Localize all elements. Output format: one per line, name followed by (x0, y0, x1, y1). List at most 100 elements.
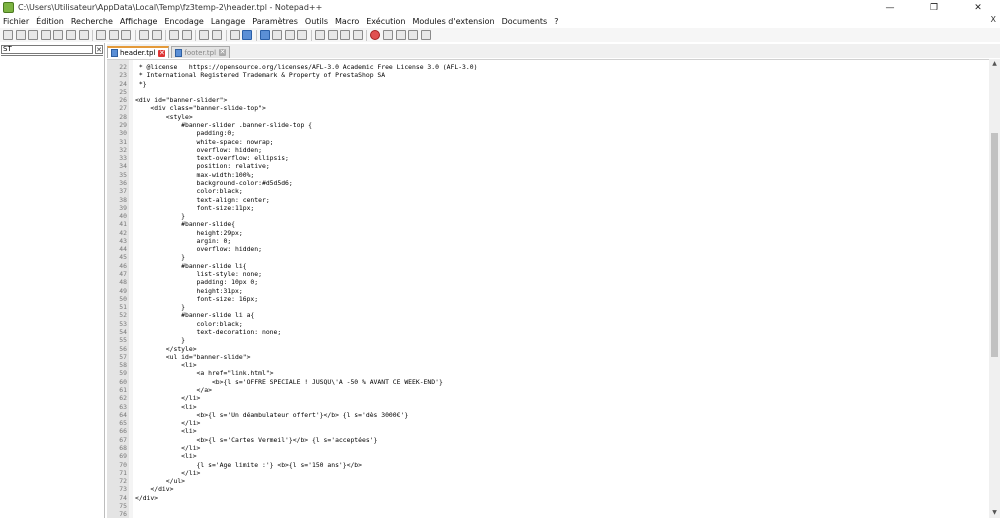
line-number: 65 (119, 419, 127, 428)
close-document-button[interactable]: X (991, 15, 996, 24)
zoom-in-icon[interactable] (199, 30, 210, 40)
save-all-icon[interactable] (40, 30, 51, 40)
menu-item[interactable]: Langage (208, 17, 249, 26)
maximize-button[interactable]: ❐ (912, 0, 956, 15)
function-list-icon[interactable] (327, 30, 338, 40)
toolbar-separator (134, 29, 136, 41)
code-text: </a> (135, 385, 212, 394)
line-number: 53 (119, 319, 127, 328)
tab-inactive[interactable]: footer.tpl ✕ (171, 46, 231, 58)
redo-icon[interactable] (151, 30, 162, 40)
menu-item[interactable]: Paramètres (249, 17, 302, 26)
line-number: 29 (119, 120, 127, 129)
toolbar (0, 28, 1000, 42)
menu-item[interactable]: Documents (499, 17, 552, 26)
menu-item[interactable]: ? (551, 17, 562, 26)
menu-item[interactable]: Encodage (161, 17, 207, 26)
code-line: 42 height:29px; (107, 229, 989, 237)
code-text: overflow: hidden; (135, 145, 262, 154)
save-macro-icon[interactable] (420, 30, 431, 40)
find-icon[interactable] (169, 30, 180, 40)
tab-close-icon[interactable]: ✕ (158, 49, 166, 57)
copy-icon[interactable] (108, 30, 119, 40)
menu-item[interactable]: Outils (302, 17, 332, 26)
menu-item[interactable]: Affichage (117, 17, 162, 26)
monitoring-icon[interactable] (352, 30, 363, 40)
vertical-scrollbar[interactable]: ▲ ▼ (989, 59, 1000, 518)
menu-item[interactable]: Modules d'extension (410, 17, 499, 26)
cut-icon[interactable] (96, 30, 107, 40)
new-file-icon[interactable] (3, 30, 13, 40)
code-text: *} (135, 79, 147, 88)
code-line: 22 * @license https://opensource.org/lic… (107, 63, 989, 71)
play-macro-icon[interactable] (395, 30, 406, 40)
code-line: 53 color:black; (107, 320, 989, 328)
line-number: 69 (119, 452, 127, 461)
code-line: 24 *} (107, 80, 989, 88)
code-line: 49 height:31px; (107, 287, 989, 295)
code-line: 66 <li> (107, 427, 989, 435)
line-number: 70 (119, 460, 127, 469)
code-line: 31 white-space: nowrap; (107, 138, 989, 146)
line-number: 34 (119, 162, 127, 171)
code-editor[interactable]: 22 * @license https://opensource.org/lic… (107, 59, 989, 518)
stop-recording-icon[interactable] (383, 30, 394, 40)
code-text: padding:0; (135, 129, 236, 138)
code-line: 60 <b>{l s='OFFRE SPECIALE ! JUSQU\'A -5… (107, 378, 989, 386)
record-macro-icon[interactable] (370, 30, 381, 40)
word-wrap-icon[interactable] (259, 30, 270, 40)
document-map-icon[interactable] (315, 30, 326, 40)
toolbar-separator (366, 29, 368, 41)
minimize-button[interactable]: — (868, 0, 912, 15)
tab-active[interactable]: header.tpl ✕ (107, 46, 170, 58)
close-icon[interactable] (53, 30, 64, 40)
zoom-out-icon[interactable] (211, 30, 222, 40)
code-line: 34 position: relative; (107, 162, 989, 170)
paste-icon[interactable] (121, 30, 132, 40)
sync-horizontal-icon[interactable] (242, 30, 253, 40)
line-number: 71 (119, 468, 127, 477)
menu-item[interactable]: Fichier (0, 17, 33, 26)
code-text: list-style: none; (135, 270, 262, 279)
code-line: 44 overflow: hidden; (107, 245, 989, 253)
function-search-input[interactable] (1, 45, 93, 54)
code-line: 75 (107, 502, 989, 510)
open-file-icon[interactable] (15, 30, 26, 40)
code-text: <div id="banner-slider"> (135, 96, 228, 105)
file-icon (175, 48, 183, 57)
scroll-up-arrow-icon[interactable]: ▲ (989, 59, 1000, 69)
run-macro-multiple-icon[interactable] (408, 30, 419, 40)
indent-guide-icon[interactable] (284, 30, 295, 40)
close-all-icon[interactable] (65, 30, 76, 40)
code-line: 46 #banner-slide li{ (107, 262, 989, 270)
menu-item[interactable]: Recherche (68, 17, 117, 26)
code-line: 36 background-color:#d5d5d6; (107, 179, 989, 187)
save-icon[interactable] (28, 30, 39, 40)
undo-icon[interactable] (138, 30, 149, 40)
scrollbar-thumb[interactable] (991, 133, 998, 357)
sync-vertical-icon[interactable] (229, 30, 240, 40)
code-text: overflow: hidden; (135, 245, 262, 254)
menu-item[interactable]: Macro (332, 17, 363, 26)
file-icon (111, 49, 118, 57)
code-text: height:29px; (135, 228, 243, 237)
folder-as-workspace-icon[interactable] (340, 30, 351, 40)
code-text: height:31px; (135, 286, 243, 295)
line-number: 24 (119, 79, 127, 88)
code-text: <b>{l s='Un déambulateur offert'}</b> {l… (135, 410, 409, 419)
close-button[interactable]: ✕ (956, 0, 1000, 15)
panel-close-button[interactable]: ✕ (95, 45, 103, 54)
code-line: 27 <div class="banner-slide-top"> (107, 104, 989, 112)
replace-icon[interactable] (181, 30, 192, 40)
scroll-down-arrow-icon[interactable]: ▼ (989, 508, 1000, 518)
show-all-chars-icon[interactable] (272, 30, 283, 40)
user-defined-language-icon[interactable] (297, 30, 308, 40)
tab-close-icon[interactable]: ✕ (219, 49, 227, 56)
menu-item[interactable]: Exécution (363, 17, 409, 26)
code-text: #banner-slide{ (135, 220, 236, 229)
print-icon[interactable] (78, 30, 89, 40)
menu-item[interactable]: Édition (33, 17, 68, 26)
line-number: 30 (119, 129, 127, 138)
code-line: 74 </div> (107, 494, 989, 502)
code-text: max-width:100%; (135, 170, 255, 179)
